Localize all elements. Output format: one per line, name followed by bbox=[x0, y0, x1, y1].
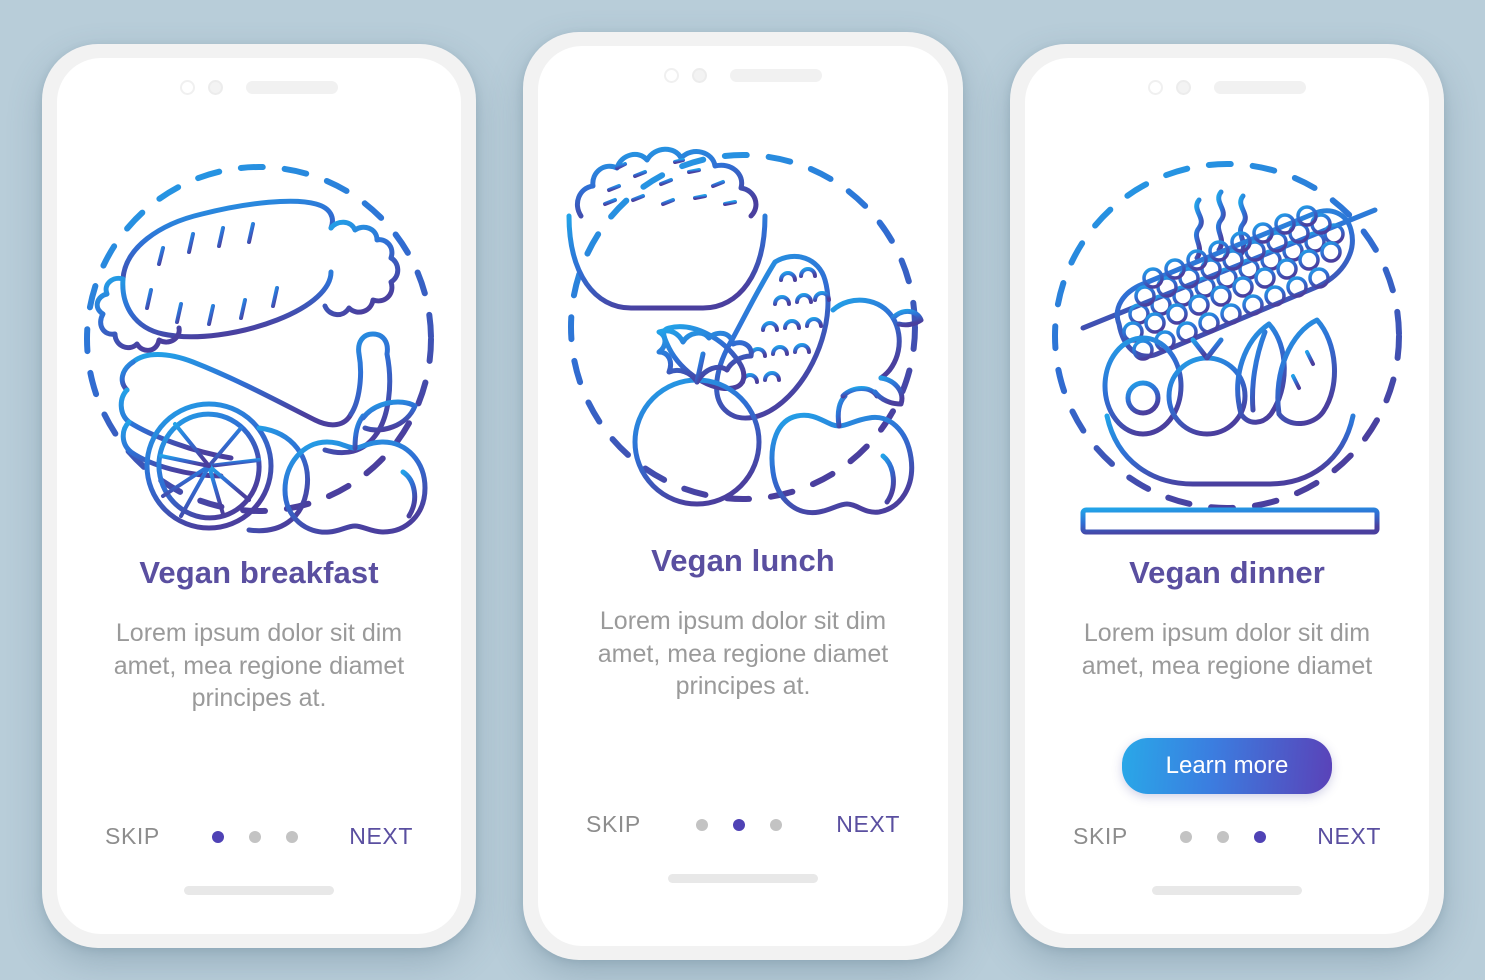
page-title: Vegan dinner bbox=[1129, 555, 1325, 590]
illustration-area-3 bbox=[1025, 118, 1429, 538]
screen-vegan-lunch: Vegan lunch Lorem ipsum dolor sit dim am… bbox=[538, 46, 948, 946]
camera-icon bbox=[1148, 80, 1163, 95]
phone-frame-1: Vegan breakfast Lorem ipsum dolor sit di… bbox=[42, 44, 476, 948]
next-button[interactable]: NEXT bbox=[349, 823, 413, 850]
page-dot-3[interactable] bbox=[285, 830, 298, 843]
next-button[interactable]: NEXT bbox=[836, 811, 900, 838]
skip-button[interactable]: SKIP bbox=[1073, 823, 1128, 850]
skip-button[interactable]: SKIP bbox=[105, 823, 160, 850]
onboarding-nav-3: SKIP NEXT bbox=[1025, 823, 1429, 850]
page-dot-1[interactable] bbox=[1179, 830, 1192, 843]
phone-frame-2: Vegan lunch Lorem ipsum dolor sit dim am… bbox=[523, 32, 963, 960]
page-indicator-dots bbox=[1179, 830, 1266, 843]
page-dot-1[interactable] bbox=[211, 830, 224, 843]
learn-more-button[interactable]: Learn more bbox=[1121, 738, 1333, 794]
sensor-icon bbox=[208, 80, 223, 95]
speaker-grille bbox=[1214, 81, 1306, 94]
vegan-lunch-illustration bbox=[560, 146, 924, 516]
camera-icon bbox=[180, 80, 195, 95]
onboarding-nav-1: SKIP NEXT bbox=[57, 823, 461, 850]
text-block-1: Vegan breakfast Lorem ipsum dolor sit di… bbox=[57, 554, 461, 715]
sensor-icon bbox=[1176, 80, 1191, 95]
page-dot-3[interactable] bbox=[769, 818, 782, 831]
screen-vegan-breakfast: Vegan breakfast Lorem ipsum dolor sit di… bbox=[57, 58, 461, 934]
speaker-grille bbox=[246, 81, 338, 94]
vegan-breakfast-illustration bbox=[84, 164, 434, 535]
page-description: Lorem ipsum dolor sit dim amet, mea regi… bbox=[1081, 619, 1373, 680]
skip-button[interactable]: SKIP bbox=[586, 811, 641, 838]
text-block-3: Vegan dinner Lorem ipsum dolor sit dim a… bbox=[1025, 554, 1429, 682]
page-indicator-dots bbox=[211, 830, 298, 843]
page-dot-2[interactable] bbox=[248, 830, 261, 843]
illustration-area-1 bbox=[57, 136, 461, 536]
page-dot-1[interactable] bbox=[695, 818, 708, 831]
sensor-icon bbox=[692, 68, 707, 83]
next-button[interactable]: NEXT bbox=[1317, 823, 1381, 850]
page-dot-2[interactable] bbox=[1216, 830, 1229, 843]
onboarding-nav-2: SKIP NEXT bbox=[538, 811, 948, 838]
page-dot-3[interactable] bbox=[1253, 830, 1266, 843]
camera-icon bbox=[664, 68, 679, 83]
status-notch-bar-3 bbox=[1025, 80, 1429, 95]
illustration-area-2 bbox=[538, 124, 948, 524]
home-indicator[interactable] bbox=[668, 874, 818, 883]
status-notch-bar-2 bbox=[538, 68, 948, 83]
page-title: Vegan lunch bbox=[651, 543, 835, 578]
screen-vegan-dinner: Vegan dinner Lorem ipsum dolor sit dim a… bbox=[1025, 58, 1429, 934]
cta-area: Learn more bbox=[1025, 738, 1429, 794]
speaker-grille bbox=[730, 69, 822, 82]
home-indicator[interactable] bbox=[184, 886, 334, 895]
page-indicator-dots bbox=[695, 818, 782, 831]
page-description: Lorem ipsum dolor sit dim amet, mea regi… bbox=[597, 607, 889, 701]
phone-frame-3: Vegan dinner Lorem ipsum dolor sit dim a… bbox=[1010, 44, 1444, 948]
text-block-2: Vegan lunch Lorem ipsum dolor sit dim am… bbox=[538, 542, 948, 703]
onboarding-stage: Vegan breakfast Lorem ipsum dolor sit di… bbox=[0, 0, 1485, 980]
page-title: Vegan breakfast bbox=[139, 555, 379, 590]
vegan-dinner-illustration bbox=[1052, 161, 1402, 535]
status-notch-bar-1 bbox=[57, 80, 461, 95]
page-dot-2[interactable] bbox=[732, 818, 745, 831]
page-description: Lorem ipsum dolor sit dim amet, mea regi… bbox=[113, 619, 405, 713]
home-indicator[interactable] bbox=[1152, 886, 1302, 895]
